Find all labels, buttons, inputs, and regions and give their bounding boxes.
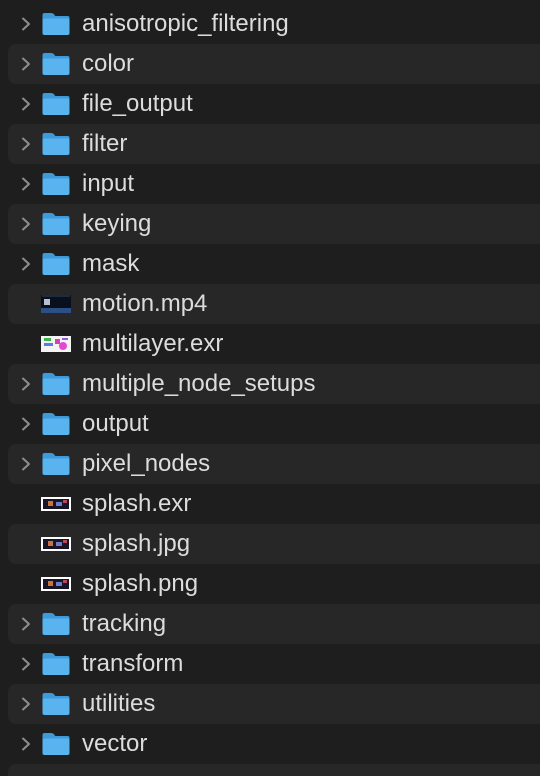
item-name: input [82,170,135,197]
item-name: anisotropic_filtering [82,10,289,37]
item-name: keying [82,210,152,237]
chevron-right-icon[interactable] [18,256,34,272]
chevron-right-icon[interactable] [18,696,34,712]
item-name: splash.png [82,570,199,597]
chevron-right-icon[interactable] [18,136,34,152]
folder-row-keying[interactable]: keying [8,204,540,244]
file-row-splash-exr[interactable]: splash.exr [8,484,540,524]
folder-icon [41,652,71,676]
folder-row-vector[interactable]: vector [8,724,540,764]
folder-icon [41,12,71,36]
item-name: multiple_node_setups [82,370,316,397]
item-name: file_output [82,90,193,117]
item-name: motion.mp4 [82,290,208,317]
file-row-splash-jpg[interactable]: splash.jpg [8,524,540,564]
chevron-right-icon[interactable] [18,416,34,432]
folder-row-anisotropic-filtering[interactable]: anisotropic_filtering [8,4,540,44]
image-thumbnail-icon [41,573,71,595]
chevron-right-icon[interactable] [18,216,34,232]
item-name: transform [82,650,184,677]
item-name: mask [82,250,140,277]
item-name: pixel_nodes [82,450,211,477]
file-row-multilayer-exr[interactable]: multilayer.exr [8,324,540,364]
list-row-partial [8,764,540,776]
image-thumbnail-icon [41,493,71,515]
video-thumbnail-icon [41,293,71,315]
chevron-right-icon[interactable] [18,656,34,672]
folder-row-multiple-node-setups[interactable]: multiple_node_setups [8,364,540,404]
folder-row-output[interactable]: output [8,404,540,444]
folder-row-transform[interactable]: transform [8,644,540,684]
item-name: vector [82,730,148,757]
folder-icon [41,612,71,636]
file-list: anisotropic_filteringcolor file_outputfil… [0,0,540,776]
folder-row-utilities[interactable]: utilities [8,684,540,724]
image-thumbnail-icon [41,533,71,555]
folder-icon [41,132,71,156]
chevron-right-icon[interactable] [18,616,34,632]
folder-row-tracking[interactable]: tracking [8,604,540,644]
folder-icon [41,412,71,436]
chevron-right-icon[interactable] [18,376,34,392]
file-row-motion-mp4[interactable]: motion.mp4 [8,284,540,324]
folder-icon [41,692,71,716]
item-name: tracking [82,610,167,637]
item-name: splash.exr [82,490,192,517]
item-name: output [82,410,149,437]
folder-row-pixel-nodes[interactable]: pixel_nodes [8,444,540,484]
item-name: utilities [82,690,156,717]
item-name: filter [82,130,128,157]
chevron-right-icon[interactable] [18,16,34,32]
folder-icon [41,372,71,396]
folder-row-file-output[interactable]: file_output [8,84,540,124]
folder-row-color[interactable]: color [8,44,540,84]
chevron-right-icon[interactable] [18,56,34,72]
folder-row-mask[interactable]: mask [8,244,540,284]
chevron-right-icon[interactable] [18,736,34,752]
item-name: color [82,50,135,77]
folder-row-filter[interactable]: filter [8,124,540,164]
image-thumbnail-icon [41,333,71,355]
folder-icon [41,52,71,76]
folder-icon [41,172,71,196]
file-row-splash-png[interactable]: splash.png [8,564,540,604]
chevron-right-icon[interactable] [18,96,34,112]
item-name: multilayer.exr [82,330,224,357]
folder-row-input[interactable]: input [8,164,540,204]
chevron-right-icon[interactable] [18,176,34,192]
folder-icon [41,732,71,756]
folder-icon [41,212,71,236]
item-name: splash.jpg [82,530,191,557]
chevron-right-icon[interactable] [18,456,34,472]
folder-icon [41,92,71,116]
folder-icon [41,452,71,476]
folder-icon [41,252,71,276]
